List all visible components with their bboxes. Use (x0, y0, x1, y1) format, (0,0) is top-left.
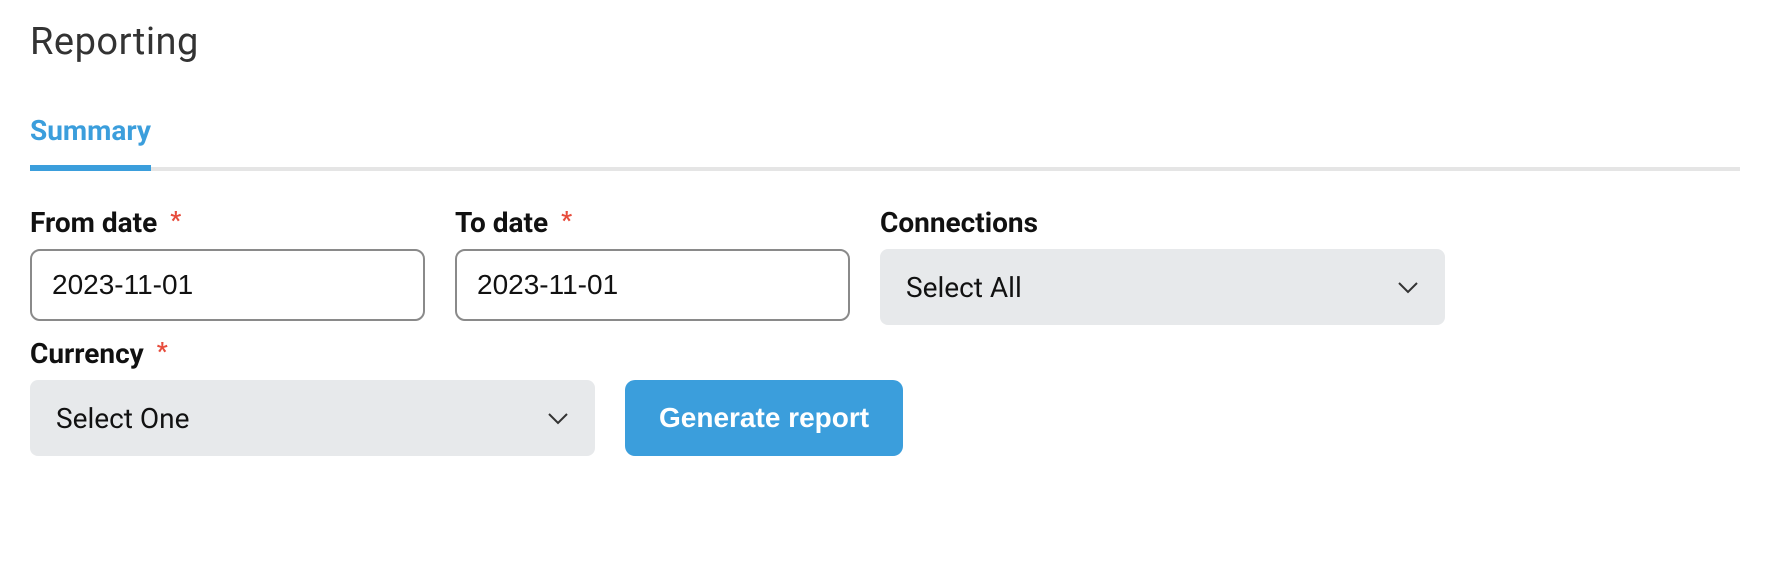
report-form-row2: Currency * Select One Generate report (30, 337, 1740, 456)
to-date-label-text: To date (455, 206, 548, 239)
currency-group: Currency * Select One (30, 337, 595, 456)
connections-label-text: Connections (880, 206, 1038, 239)
currency-label: Currency * (30, 337, 595, 370)
connections-label: Connections (880, 206, 1445, 239)
to-date-label: To date * (455, 206, 850, 239)
required-asterisk-icon: * (561, 206, 572, 234)
generate-report-button[interactable]: Generate report (625, 380, 903, 456)
currency-selected-value: Select One (56, 402, 189, 435)
chevron-down-icon (1397, 280, 1419, 294)
required-asterisk-icon: * (170, 206, 181, 234)
currency-label-text: Currency (30, 337, 144, 370)
connections-select[interactable]: Select All (880, 249, 1445, 325)
connections-selected-value: Select All (906, 271, 1022, 304)
from-date-label-text: From date (30, 206, 157, 239)
chevron-down-icon (547, 411, 569, 425)
tab-summary[interactable]: Summary (30, 114, 151, 171)
report-form: From date * To date * Connections Select… (30, 206, 1740, 325)
to-date-group: To date * (455, 206, 850, 325)
required-asterisk-icon: * (157, 337, 168, 365)
from-date-label: From date * (30, 206, 425, 239)
from-date-input[interactable] (30, 249, 425, 321)
currency-select[interactable]: Select One (30, 380, 595, 456)
page-title: Reporting (30, 20, 1740, 64)
to-date-input[interactable] (455, 249, 850, 321)
connections-group: Connections Select All (880, 206, 1445, 325)
tabs-container: Summary (30, 114, 1740, 171)
from-date-group: From date * (30, 206, 425, 325)
